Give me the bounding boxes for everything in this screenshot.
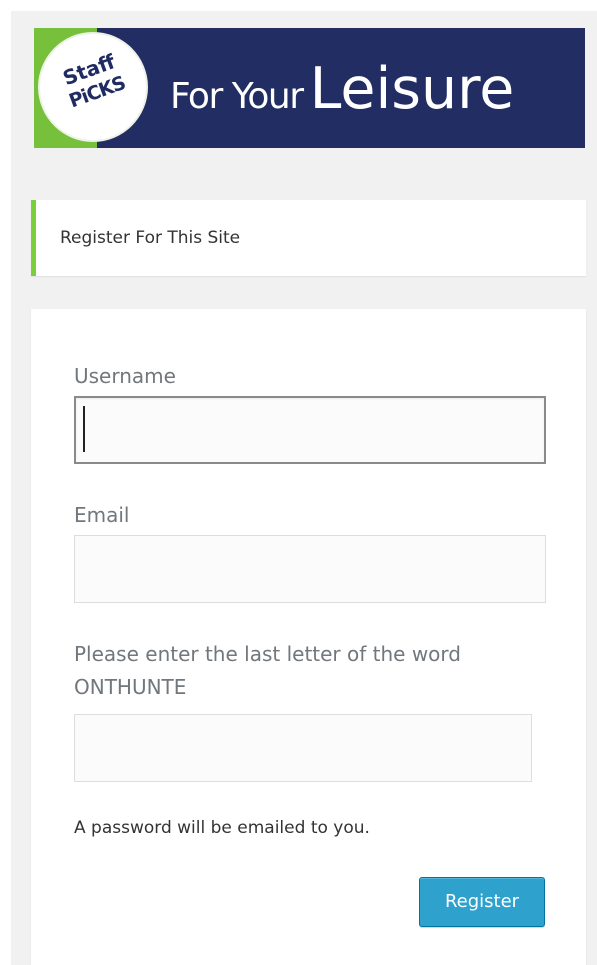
registration-page: Staff PiCKS For Your Leisure Register Fo…: [11, 11, 597, 965]
email-input[interactable]: [74, 535, 546, 603]
notice-message: Register For This Site: [60, 228, 241, 248]
text-cursor: [83, 406, 85, 452]
site-title: For Your Leisure: [170, 56, 514, 122]
site-title-for-your: For Your: [170, 76, 304, 117]
username-label: Username: [74, 364, 176, 388]
register-button[interactable]: Register: [419, 877, 545, 927]
email-label: Email: [74, 503, 130, 527]
captcha-input[interactable]: [74, 714, 532, 782]
badge-text: Staff PiCKS: [35, 40, 151, 121]
site-logo-banner[interactable]: Staff PiCKS For Your Leisure: [34, 28, 585, 148]
captcha-question-line1: Please enter the last letter of the word: [74, 642, 461, 666]
captcha-word: ONTHUNTE: [74, 675, 187, 699]
password-email-hint: A password will be emailed to you.: [74, 818, 370, 838]
staff-picks-badge-logo: Staff PiCKS: [40, 34, 146, 140]
registration-form: Username Email Please enter the last let…: [31, 309, 586, 965]
username-input[interactable]: [74, 396, 546, 464]
register-notice: Register For This Site: [31, 200, 586, 276]
site-title-leisure: Leisure: [309, 56, 515, 122]
